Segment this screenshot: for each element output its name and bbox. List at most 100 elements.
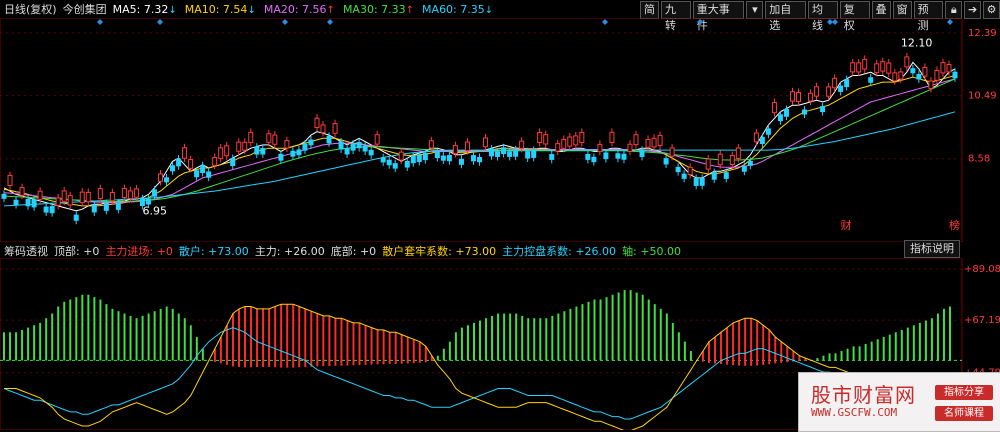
candle-body (567, 136, 573, 147)
ma-legend-item: MA5: 7.32↓ (113, 3, 177, 16)
candle-body (910, 68, 916, 74)
candle-body (55, 197, 61, 206)
indicator-legend-value: +0 (153, 245, 173, 258)
candle-body (868, 77, 874, 83)
candle-body (747, 160, 753, 166)
candle-body (820, 106, 826, 113)
ma-line-ma5 (3, 61, 956, 212)
candle-body (916, 73, 922, 80)
arrow-right-icon[interactable]: ➔ (964, 1, 982, 19)
indicator-legend-item: 主力进场: +0 (105, 243, 172, 259)
period-label[interactable]: 日线(复权) (4, 1, 57, 17)
candle-body (332, 123, 338, 134)
candle-body (579, 131, 585, 144)
indicator-legend-item: 底部: +0 (331, 243, 376, 259)
nine-turn-button[interactable]: 九转 (661, 1, 691, 32)
candle-body (675, 166, 681, 173)
candle-body (37, 190, 43, 200)
watermark-tag-share: 指标分享 (935, 385, 993, 400)
candle-body (452, 145, 458, 155)
candle-body (326, 135, 332, 144)
adjust-button[interactable]: 复权 (839, 1, 870, 32)
major-events-button[interactable]: 重大事件 (692, 1, 745, 32)
ma-legend-value: 7.33 (377, 2, 406, 16)
candle-body (230, 157, 236, 167)
candle-body (952, 71, 958, 79)
window-button[interactable]: 窗 (892, 1, 912, 19)
candle-body (489, 148, 495, 157)
candle-body (43, 206, 49, 213)
indicator-legend-value: +26.00 (571, 245, 617, 258)
candle-body (477, 156, 482, 163)
candle-body (711, 172, 717, 180)
candle-body (344, 147, 350, 155)
candle-body (61, 190, 67, 202)
candle-body (236, 141, 242, 152)
candle-body (416, 154, 422, 163)
price-annotation: 6.95 (142, 204, 167, 217)
chevron-down-icon[interactable]: ▾ (746, 1, 764, 19)
simplified-button[interactable]: 简 (640, 1, 659, 19)
candle-body (338, 141, 344, 150)
ma-legend-label: MA20: (263, 2, 299, 16)
candle-body (290, 150, 296, 157)
indicator-name[interactable]: 筹码透视 (4, 243, 48, 259)
candle-body (464, 141, 470, 152)
indicator-legend-label: 底部: (330, 245, 357, 258)
price-y-tick: 10.49 (968, 91, 997, 102)
candle-body (928, 80, 934, 89)
watermark-tag-course: 名师课程 (935, 406, 993, 421)
price-chart: 8.58 10.49 12.39 6.95 12.10 财 榜 (0, 18, 997, 242)
candle-body (284, 140, 290, 149)
add-watchlist-button[interactable]: 加自选 (765, 1, 806, 32)
candle-body (440, 155, 446, 161)
candle-body (796, 92, 802, 103)
candle-body (904, 56, 910, 68)
candle-body (693, 177, 699, 186)
candle-body (157, 173, 163, 182)
candle-body (19, 187, 25, 196)
candle-body (410, 155, 416, 164)
indicator-legend-item: 轴: +50.00 (622, 243, 681, 259)
lock-icon[interactable]: 🔒︎ (945, 1, 963, 19)
candle-body (386, 159, 392, 166)
candle-body (856, 62, 862, 73)
price-annotation: 财 (841, 218, 852, 232)
indicator-y-tick: +89.08 (964, 264, 1000, 275)
event-marker (157, 19, 163, 25)
arrow-down-icon: ↓ (247, 4, 256, 16)
indicator-legend-value: +50.00 (636, 245, 681, 258)
candle-body (531, 150, 537, 158)
ma-legend-label: MA60: (422, 2, 457, 16)
candle-body (741, 166, 747, 172)
candle-body (483, 137, 489, 148)
candle-body (97, 188, 103, 200)
candle-body (218, 147, 224, 159)
candle-body (789, 91, 795, 102)
candle-body (67, 195, 73, 206)
event-marker (832, 19, 838, 25)
event-marker (947, 19, 953, 25)
indicator-explain-button[interactable]: 指标说明 (904, 240, 960, 258)
watermark-url: WWW.GSCFW.COM (811, 406, 898, 419)
candle-body (272, 134, 278, 145)
ma-legend-item: MA30: 7.33↑ (343, 3, 414, 16)
candle-body (543, 134, 549, 145)
candle-body (771, 102, 777, 114)
candle-body (266, 133, 272, 143)
moving-average-button[interactable]: 均线 (807, 1, 838, 32)
candle-body (350, 143, 356, 151)
forecast-button[interactable]: 预测 (913, 1, 944, 32)
arrow-up-icon: ↑ (326, 4, 335, 16)
event-marker (282, 19, 288, 25)
candle-body (296, 149, 302, 156)
candle-body (374, 134, 380, 145)
candle-body (826, 86, 832, 97)
candle-body (537, 131, 543, 144)
ma-legend-label: MA5: (112, 2, 141, 16)
overlay-button[interactable]: 叠 (871, 1, 891, 19)
settings-icon[interactable]: ⚙ (983, 1, 1000, 19)
candle-body (609, 131, 615, 143)
candle-body (224, 145, 230, 157)
candle-body (79, 191, 85, 204)
